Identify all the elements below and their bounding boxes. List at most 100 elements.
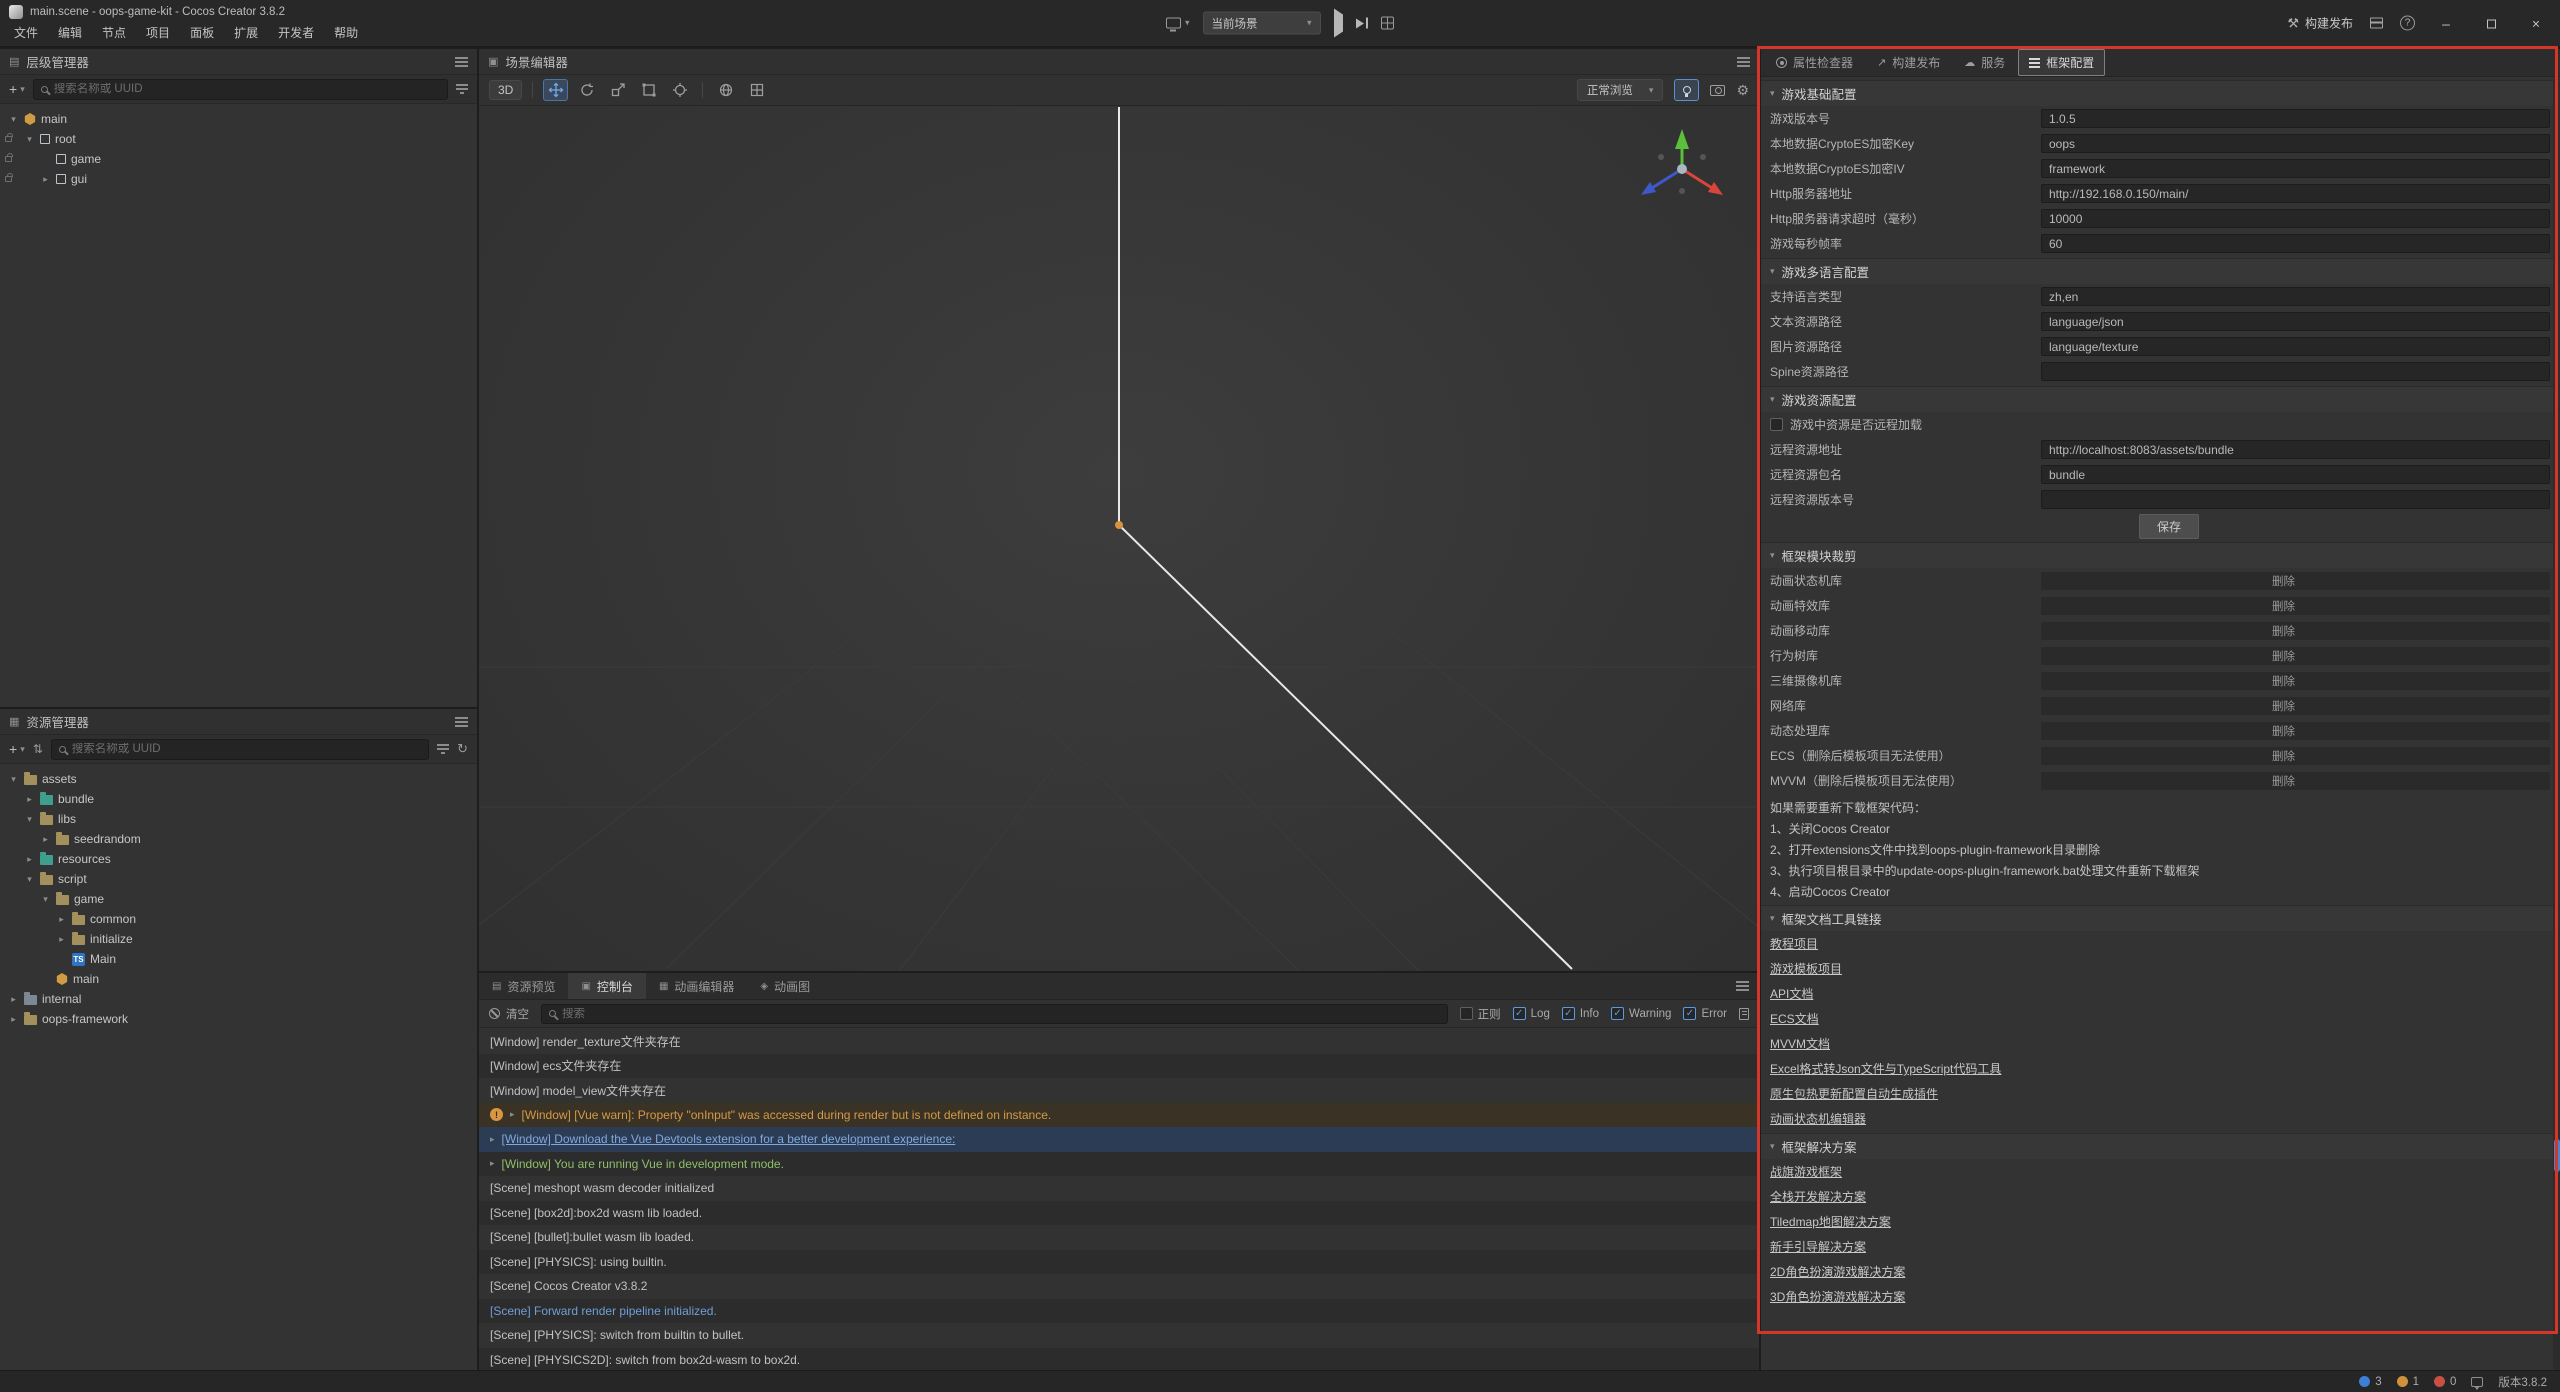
asset-item-bundle[interactable]: ▸ bundle: [0, 789, 477, 809]
asset-item-main-scene[interactable]: main: [0, 969, 477, 989]
language-types-input[interactable]: [2041, 287, 2550, 306]
hierarchy-node-game[interactable]: game: [0, 149, 477, 169]
menu-panel[interactable]: 面板: [180, 21, 224, 44]
hierarchy-search-input[interactable]: [54, 83, 440, 95]
lighting-toggle-button[interactable]: [1674, 79, 1699, 101]
inspector-scrollbar[interactable]: [2553, 78, 2560, 1370]
save-button[interactable]: 保存: [2139, 514, 2199, 539]
http-timeout-input[interactable]: [2041, 209, 2550, 228]
chevron-down-icon[interactable]: ▾: [24, 874, 35, 885]
warning-count-indicator[interactable]: 1: [2397, 1376, 2419, 1388]
chevron-right-icon[interactable]: ▸: [490, 1158, 495, 1169]
rect-tool-icon[interactable]: [636, 79, 661, 101]
snap-grid-icon[interactable]: [744, 79, 769, 101]
log-row[interactable]: [Window] ecs文件夹存在: [479, 1054, 1759, 1079]
section-doc-links[interactable]: ▾ 框架文档工具链接: [1761, 905, 2560, 931]
asset-item-main-ts[interactable]: TS Main: [0, 949, 477, 969]
filter-warning-checkbox[interactable]: ✓ Warning: [1611, 1007, 1671, 1020]
asset-item-seedrandom[interactable]: ▸ seedrandom: [0, 829, 477, 849]
image-res-path-input[interactable]: [2041, 337, 2550, 356]
delete-button[interactable]: 删除: [2266, 648, 2301, 664]
filter-error-checkbox[interactable]: ✓ Error: [1683, 1007, 1727, 1020]
delete-button[interactable]: 删除: [2266, 573, 2301, 589]
chevron-down-icon[interactable]: ▾: [8, 774, 19, 785]
chevron-right-icon[interactable]: ▸: [40, 834, 51, 845]
panel-menu-icon[interactable]: [455, 721, 468, 723]
log-row-warning[interactable]: ! ▸ [Window] [Vue warn]: Property "onInp…: [479, 1103, 1759, 1128]
filter-icon[interactable]: [437, 744, 449, 754]
log-row-link[interactable]: ▸ [Window] Download the Vue Devtools ext…: [479, 1127, 1759, 1152]
delete-button[interactable]: 删除: [2266, 748, 2301, 764]
section-solutions[interactable]: ▾ 框架解决方案: [1761, 1133, 2560, 1159]
chevron-right-icon[interactable]: ▸: [56, 914, 67, 925]
log-row[interactable]: [Window] model_view文件夹存在: [479, 1078, 1759, 1103]
chevron-right-icon[interactable]: ▸: [490, 1134, 495, 1145]
play-button[interactable]: [1334, 14, 1343, 32]
view-mode-select[interactable]: 正常浏览 ▾: [1577, 79, 1664, 101]
asset-item-game[interactable]: ▾ game: [0, 889, 477, 909]
asset-item-common[interactable]: ▸ common: [0, 909, 477, 929]
preview-device-button[interactable]: ▾: [1166, 18, 1190, 29]
build-publish-button[interactable]: ⚒ 构建发布: [2287, 15, 2353, 32]
doc-link[interactable]: Excel格式转Json文件与TypeScript代码工具: [1770, 1060, 2001, 1077]
minimize-button[interactable]: –: [2432, 15, 2460, 31]
log-row[interactable]: [Scene] Cocos Creator v3.8.2: [479, 1274, 1759, 1299]
asset-item-script[interactable]: ▾ script: [0, 869, 477, 889]
tab-animation-editor[interactable]: ▦ 动画编辑器: [646, 973, 747, 999]
tab-framework-config[interactable]: 框架配置: [2018, 49, 2105, 76]
delete-button[interactable]: 删除: [2266, 598, 2301, 614]
chevron-right-icon[interactable]: ▸: [8, 1014, 19, 1025]
camera-icon[interactable]: [1710, 85, 1725, 96]
log-count-indicator[interactable]: 3: [2359, 1376, 2381, 1388]
asset-item-assets[interactable]: ▾ assets: [0, 769, 477, 789]
hierarchy-node-root[interactable]: ▾ root: [0, 129, 477, 149]
refresh-icon[interactable]: ↻: [457, 741, 468, 757]
lock-icon[interactable]: [5, 156, 12, 162]
sort-icon[interactable]: ⇅: [33, 742, 43, 756]
doc-link[interactable]: 游戏模板项目: [1770, 960, 1842, 977]
solution-link[interactable]: 战旗游戏框架: [1770, 1163, 1842, 1180]
chevron-right-icon[interactable]: ▸: [56, 934, 67, 945]
doc-link[interactable]: 原生包热更新配置自动生成插件: [1770, 1085, 1938, 1102]
chevron-right-icon[interactable]: ▸: [510, 1109, 515, 1120]
menu-edit[interactable]: 编辑: [48, 21, 92, 44]
chevron-down-icon[interactable]: ▾: [24, 814, 35, 825]
asset-item-internal[interactable]: ▸ internal: [0, 989, 477, 1009]
remote-version-input[interactable]: [2041, 490, 2550, 509]
spine-res-path-input[interactable]: [2041, 362, 2550, 381]
inspector-scrollbar-thumb[interactable]: [2554, 1139, 2560, 1172]
chevron-right-icon[interactable]: ▸: [24, 854, 35, 865]
text-res-path-input[interactable]: [2041, 312, 2550, 331]
pivot-tool-icon[interactable]: [667, 79, 692, 101]
gear-icon[interactable]: ⚙: [1736, 82, 1749, 99]
doc-link[interactable]: MVVM文档: [1770, 1035, 1830, 1052]
hierarchy-node-main[interactable]: ▾ main: [0, 109, 477, 129]
hierarchy-node-gui[interactable]: ▸ gui: [0, 169, 477, 189]
crypto-iv-input[interactable]: [2041, 159, 2550, 178]
preview-scene-select[interactable]: 当前场景 ▾: [1203, 12, 1321, 35]
tab-asset-preview[interactable]: ▤ 资源预览: [479, 973, 568, 999]
filter-log-checkbox[interactable]: ✓ Log: [1513, 1007, 1550, 1020]
asset-item-oops-framework[interactable]: ▸ oops-framework: [0, 1009, 477, 1029]
filter-info-checkbox[interactable]: ✓ Info: [1562, 1007, 1599, 1020]
section-module-trim[interactable]: ▾ 框架模块裁剪: [1761, 542, 2560, 568]
chevron-down-icon[interactable]: ▾: [8, 114, 19, 125]
chevron-down-icon[interactable]: ▾: [24, 134, 35, 145]
delete-button[interactable]: 删除: [2266, 698, 2301, 714]
doc-link[interactable]: 动画状态机编辑器: [1770, 1110, 1866, 1127]
solution-link[interactable]: 3D角色扮演游戏解决方案: [1770, 1288, 1905, 1305]
create-node-button[interactable]: +▾: [9, 81, 25, 97]
game-version-input[interactable]: [2041, 109, 2550, 128]
close-button[interactable]: ×: [2522, 15, 2550, 31]
filter-icon[interactable]: [456, 84, 468, 94]
log-row[interactable]: [Scene] [PHYSICS]: switch from builtin t…: [479, 1323, 1759, 1348]
assets-search-input[interactable]: [72, 743, 421, 755]
menu-help[interactable]: 帮助: [324, 21, 368, 44]
chevron-down-icon[interactable]: ▾: [40, 894, 51, 905]
clear-console-button[interactable]: 清空: [489, 1006, 529, 1022]
panel-menu-icon[interactable]: [1736, 985, 1749, 987]
asset-item-libs[interactable]: ▾ libs: [0, 809, 477, 829]
package-icon[interactable]: [2370, 18, 2383, 29]
log-row[interactable]: ▸ [Window] You are running Vue in develo…: [479, 1152, 1759, 1177]
delete-button[interactable]: 删除: [2266, 773, 2301, 789]
